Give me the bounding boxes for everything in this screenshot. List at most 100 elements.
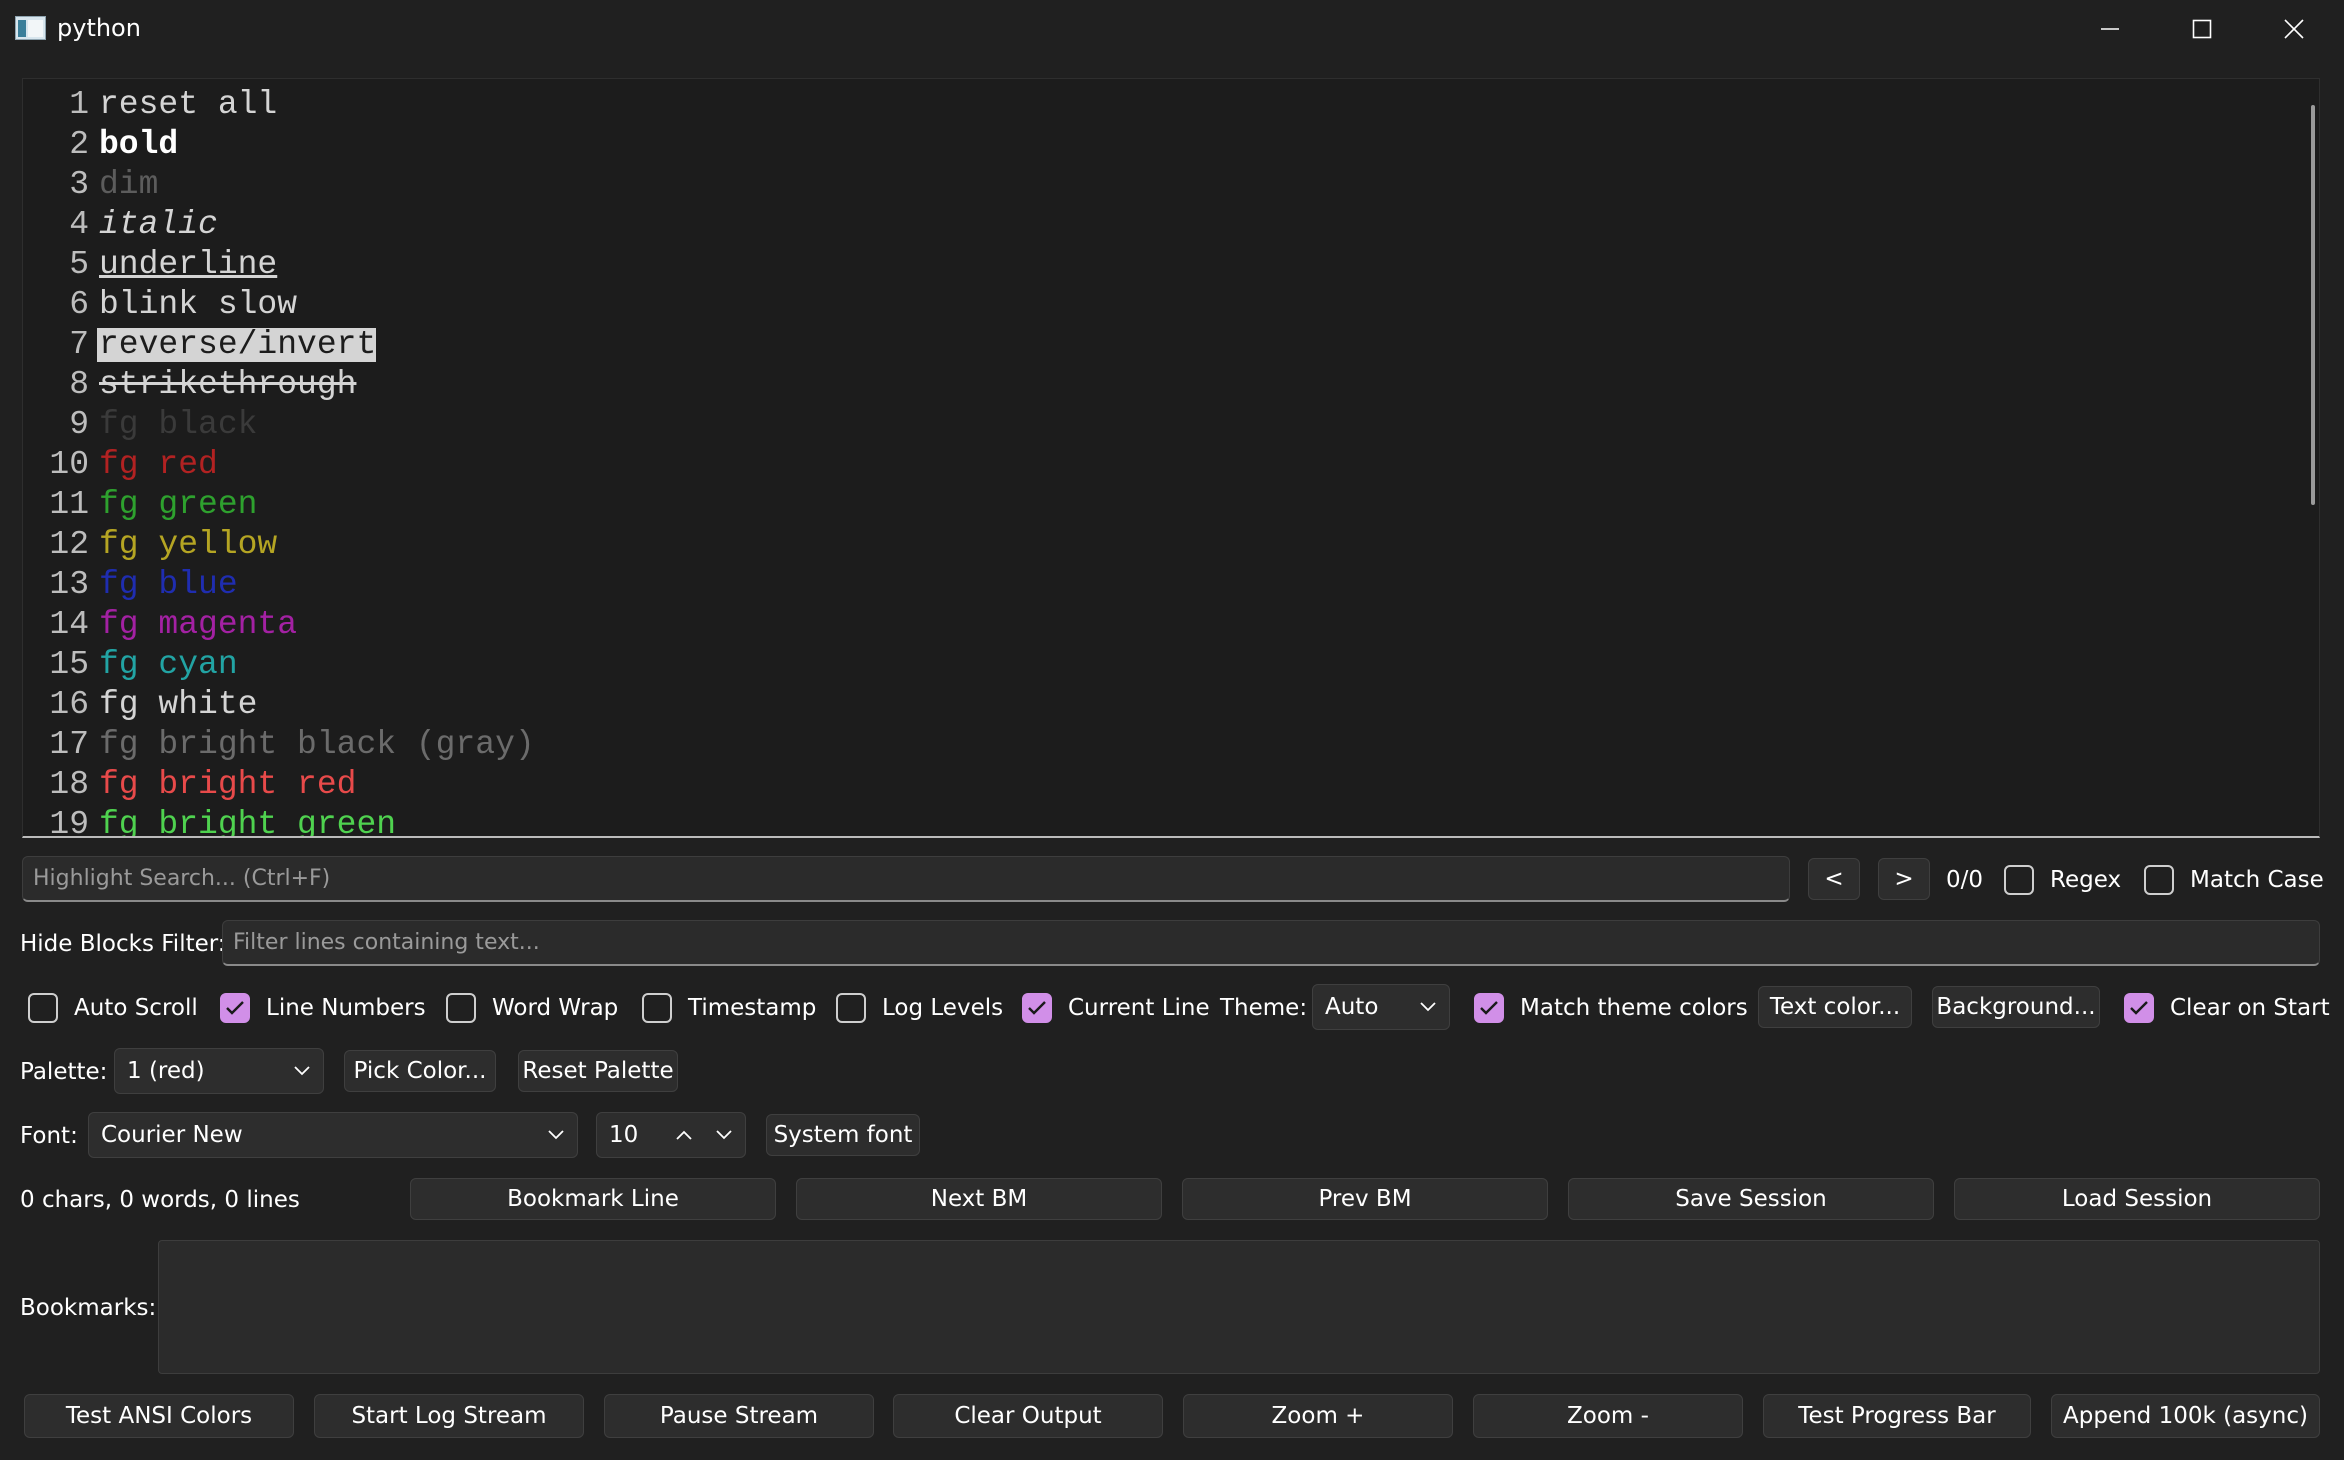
line-text: reverse/invert xyxy=(97,326,377,363)
line-text: fg bright red xyxy=(99,766,357,803)
code-line: 2 bold xyxy=(23,125,2283,165)
regex-label: Regex xyxy=(2050,867,2122,893)
test-ansi-colors-button[interactable]: Test ANSI Colors xyxy=(24,1394,294,1438)
match-theme-box[interactable] xyxy=(1474,993,1504,1023)
line-number: 12 xyxy=(49,526,89,563)
clear-on-start-checkbox[interactable]: Clear on Start xyxy=(2124,990,2330,1026)
zoom-in-button[interactable]: Zoom + xyxy=(1183,1394,1453,1438)
output-editor[interactable]: 1 reset all 2 bold 3 dim 4 italic 5 underline 6 bli… xyxy=(22,78,2320,838)
line-number: 19 xyxy=(49,806,89,838)
code-line: 8 strikethrough xyxy=(23,365,2283,405)
code-line: 19 fg bright green xyxy=(23,805,2283,838)
zoom-out-button[interactable]: Zoom - xyxy=(1473,1394,1743,1438)
start-log-stream-button[interactable]: Start Log Stream xyxy=(314,1394,584,1438)
line-text: underline xyxy=(99,246,278,283)
line-text: reset all xyxy=(99,86,278,123)
palette-select[interactable]: 1 (red) xyxy=(114,1048,324,1094)
log-levels-label: Log Levels xyxy=(882,995,1004,1021)
line-text: fg cyan xyxy=(99,646,238,683)
line-numbers-checkbox[interactable]: Line Numbers xyxy=(220,990,426,1026)
close-button[interactable] xyxy=(2248,0,2340,58)
theme-select[interactable]: Auto xyxy=(1312,984,1450,1030)
regex-checkbox-box[interactable] xyxy=(2004,865,2034,895)
filter-input[interactable]: Filter lines containing text... xyxy=(222,920,2320,966)
code-line: 11 fg green xyxy=(23,485,2283,525)
code-line: 12 fg yellow xyxy=(23,525,2283,565)
next-bookmark-button[interactable]: Next BM xyxy=(796,1178,1162,1220)
code-line: 3 dim xyxy=(23,165,2283,205)
filter-label: Hide Blocks Filter: xyxy=(20,931,226,957)
line-text: blink slow xyxy=(99,286,298,323)
log-levels-checkbox[interactable]: Log Levels xyxy=(836,990,1003,1026)
line-number: 14 xyxy=(49,606,89,643)
line-text: italic xyxy=(99,206,218,243)
pick-color-button[interactable]: Pick Color... xyxy=(344,1050,496,1092)
font-size-value: 10 xyxy=(609,1122,639,1148)
chevron-down-icon xyxy=(1420,1002,1436,1012)
auto-scroll-box[interactable] xyxy=(28,993,58,1023)
bookmarks-label: Bookmarks: xyxy=(20,1295,157,1321)
font-size-spinbox[interactable]: 10 xyxy=(596,1112,746,1158)
font-family-select[interactable]: Courier New xyxy=(88,1112,578,1158)
word-wrap-box[interactable] xyxy=(446,993,476,1023)
match-theme-checkbox[interactable]: Match theme colors xyxy=(1474,990,1748,1026)
text-color-button[interactable]: Text color... xyxy=(1758,986,1912,1028)
line-number: 10 xyxy=(49,446,89,483)
system-font-button[interactable]: System font xyxy=(766,1114,920,1156)
timestamp-checkbox[interactable]: Timestamp xyxy=(642,990,816,1026)
code-line: 1 reset all xyxy=(23,85,2283,125)
search-prev-button[interactable]: < xyxy=(1808,858,1860,900)
current-line-box[interactable] xyxy=(1022,993,1052,1023)
prev-bookmark-button[interactable]: Prev BM xyxy=(1182,1178,1548,1220)
search-input[interactable]: Highlight Search... (Ctrl+F) xyxy=(22,856,1790,902)
app-icon xyxy=(15,16,46,40)
save-session-button[interactable]: Save Session xyxy=(1568,1178,1934,1220)
maximize-icon xyxy=(2192,19,2212,39)
clear-on-start-box[interactable] xyxy=(2124,993,2154,1023)
line-number: 7 xyxy=(69,326,89,363)
chevron-down-icon[interactable] xyxy=(715,1129,733,1141)
match-case-checkbox-box[interactable] xyxy=(2144,865,2174,895)
reset-palette-button[interactable]: Reset Palette xyxy=(518,1050,678,1092)
word-wrap-checkbox[interactable]: Word Wrap xyxy=(446,990,618,1026)
code-line: 10 fg red xyxy=(23,445,2283,485)
timestamp-label: Timestamp xyxy=(688,995,817,1021)
theme-label: Theme: xyxy=(1220,995,1308,1021)
theme-select-value: Auto xyxy=(1325,994,1379,1020)
checkmark-icon xyxy=(1028,1001,1046,1015)
line-text: fg green xyxy=(99,486,258,523)
minimize-button[interactable] xyxy=(2064,0,2156,58)
line-number: 18 xyxy=(49,766,89,803)
minimize-icon xyxy=(2101,28,2119,30)
editor-scrollbar[interactable] xyxy=(2311,105,2315,505)
timestamp-box[interactable] xyxy=(642,993,672,1023)
code-line: 9 fg black xyxy=(23,405,2283,445)
bookmark-line-button[interactable]: Bookmark Line xyxy=(410,1178,776,1220)
line-numbers-box[interactable] xyxy=(220,993,250,1023)
log-levels-box[interactable] xyxy=(836,993,866,1023)
code-line: 15 fg cyan xyxy=(23,645,2283,685)
line-numbers-label: Line Numbers xyxy=(266,995,426,1021)
bookmarks-list[interactable] xyxy=(158,1240,2320,1374)
chevron-up-icon[interactable] xyxy=(675,1129,693,1141)
current-line-checkbox[interactable]: Current Line xyxy=(1022,990,1210,1026)
pause-stream-button[interactable]: Pause Stream xyxy=(604,1394,874,1438)
append-100k-button[interactable]: Append 100k (async) xyxy=(2051,1394,2320,1438)
line-text: fg magenta xyxy=(99,606,298,643)
line-number: 4 xyxy=(69,206,89,243)
test-progress-bar-button[interactable]: Test Progress Bar xyxy=(1763,1394,2031,1438)
code-line: 17 fg bright black (gray) xyxy=(23,725,2283,765)
line-number: 3 xyxy=(69,166,89,203)
regex-checkbox[interactable]: Regex xyxy=(2004,862,2121,898)
match-case-checkbox[interactable]: Match Case xyxy=(2144,862,2324,898)
load-session-button[interactable]: Load Session xyxy=(1954,1178,2320,1220)
maximize-button[interactable] xyxy=(2156,0,2248,58)
background-button[interactable]: Background... xyxy=(1932,986,2100,1028)
clear-output-button[interactable]: Clear Output xyxy=(893,1394,1163,1438)
match-case-label: Match Case xyxy=(2190,867,2324,893)
line-text: fg yellow xyxy=(99,526,278,563)
code-line: 6 blink slow xyxy=(23,285,2283,325)
palette-select-value: 1 (red) xyxy=(127,1058,205,1084)
auto-scroll-checkbox[interactable]: Auto Scroll xyxy=(28,990,198,1026)
search-next-button[interactable]: > xyxy=(1878,858,1930,900)
